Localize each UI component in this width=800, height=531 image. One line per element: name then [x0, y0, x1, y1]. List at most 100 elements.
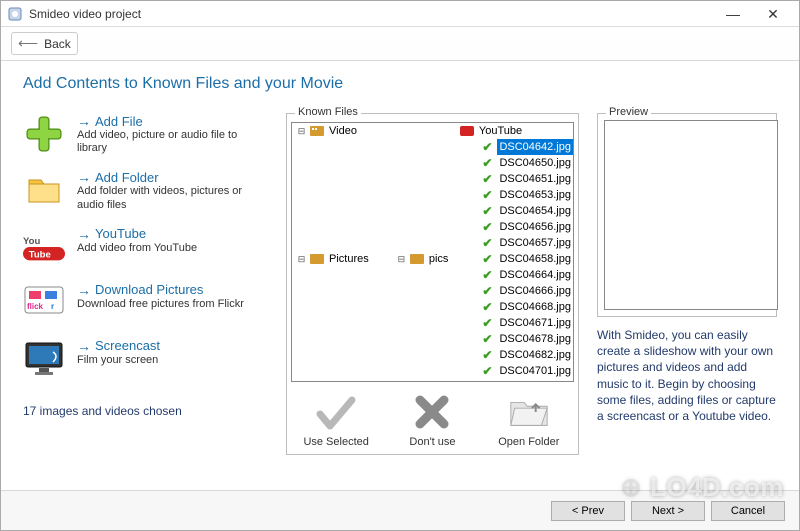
next-button[interactable]: Next > [631, 501, 705, 521]
svg-text:You: You [23, 236, 40, 247]
tree-file-item[interactable]: ✔DSC04650.jpg [466, 155, 573, 171]
preview-box [604, 120, 778, 310]
file-tree[interactable]: ⊟ Video [291, 122, 574, 382]
known-files-legend: Known Files [295, 106, 361, 118]
monitor-icon [23, 338, 65, 380]
check-icon: ✔ [480, 300, 494, 314]
arrow-icon: → [77, 338, 91, 354]
open-folder-button[interactable]: Open Folder [486, 390, 571, 448]
tree-file-item[interactable]: ✔DSC04642.jpg [466, 139, 573, 155]
screencast-action[interactable]: →Screencast Film your screen [23, 338, 268, 380]
svg-text:r: r [51, 302, 54, 311]
tree-file-item[interactable]: ✔DSC04656.jpg [466, 219, 573, 235]
tree-file-label: DSC04668.jpg [497, 299, 573, 315]
arrow-icon: → [77, 113, 91, 129]
tree-file-item[interactable]: ✔DSC04668.jpg [466, 299, 573, 315]
tree-file-label: DSC04701.jpg [497, 363, 573, 379]
tree-file-label: DSC04658.jpg [497, 251, 573, 267]
tree-file-label: DSC04664.jpg [497, 267, 573, 283]
arrow-icon: → [77, 226, 91, 242]
check-icon: ✔ [480, 172, 494, 186]
svg-text:Tube: Tube [29, 249, 51, 260]
preview-column: Preview With Smideo, you can easily crea… [597, 107, 777, 484]
folder-icon [23, 169, 65, 211]
preview-legend: Preview [606, 106, 651, 118]
svg-text:flick: flick [27, 302, 44, 311]
collapse-icon[interactable]: ⊟ [296, 254, 307, 265]
back-button[interactable]: ⟵ Back [11, 32, 78, 55]
tree-file-label: DSC04654.jpg [497, 203, 573, 219]
check-icon: ✔ [480, 284, 494, 298]
tree-file-item[interactable]: ✔DSC04653.jpg [466, 187, 573, 203]
known-files-fieldset: Known Files ⊟ Video [286, 113, 579, 455]
tree-node-pics[interactable]: ⊟ pics [396, 251, 451, 267]
check-icon: ✔ [480, 220, 494, 234]
tree-file-item[interactable]: ✔DSC04678.jpg [466, 331, 573, 347]
tree-file-item[interactable]: ✔DSC04701.jpg [466, 363, 573, 379]
add-file-action[interactable]: →Add File Add video, picture or audio fi… [23, 113, 268, 155]
check-icon: ✔ [480, 236, 494, 250]
tree-file-label: DSC04650.jpg [497, 155, 573, 171]
tree-file-label: DSC04653.jpg [497, 187, 573, 203]
prev-button[interactable]: < Prev [551, 501, 625, 521]
checkmark-icon [314, 390, 358, 434]
content: Add Contents to Known Files and your Mov… [1, 61, 799, 490]
tree-node-youtube[interactable]: YouTube [446, 123, 573, 139]
folder-pics-icon [410, 252, 424, 266]
arrow-icon: → [77, 282, 91, 298]
tree-node-pictures[interactable]: ⊟ Pictures [296, 251, 380, 267]
cross-icon [410, 390, 454, 434]
tree-file-item[interactable]: ✔DSC04657.jpg [466, 235, 573, 251]
back-arrow-icon: ⟵ [18, 35, 38, 52]
tree-file-label: DSC04651.jpg [497, 171, 573, 187]
use-selected-button[interactable]: Use Selected [294, 390, 379, 448]
actions-column: →Add File Add video, picture or audio fi… [23, 107, 268, 484]
page-title: Add Contents to Known Files and your Mov… [23, 75, 777, 93]
check-icon: ✔ [480, 140, 494, 154]
cancel-button[interactable]: Cancel [711, 501, 785, 521]
flickr-icon: flick r [23, 282, 65, 324]
plus-icon [23, 113, 65, 155]
check-icon: ✔ [480, 316, 494, 330]
tree-file-label: DSC04666.jpg [497, 283, 573, 299]
tree-file-label: DSC04642.jpg [497, 139, 573, 155]
download-pictures-action[interactable]: flick r →Download Pictures Download free… [23, 282, 268, 324]
wizard-footer: < Prev Next > Cancel [1, 490, 799, 530]
app-icon [7, 6, 23, 22]
tree-file-item[interactable]: ✔DSC04651.jpg [466, 171, 573, 187]
known-files-column: Known Files ⊟ Video [286, 107, 579, 484]
app-window: Smideo video project — ✕ ⟵ Back Add Cont… [0, 0, 800, 531]
tree-file-item[interactable]: ✔DSC04671.jpg [466, 315, 573, 331]
check-icon: ✔ [480, 188, 494, 202]
check-icon: ✔ [480, 156, 494, 170]
tree-file-label: DSC04671.jpg [497, 315, 573, 331]
minimize-button[interactable]: — [713, 1, 753, 27]
check-icon: ✔ [480, 268, 494, 282]
tree-file-item[interactable]: ✔DSC04682.jpg [466, 347, 573, 363]
columns: →Add File Add video, picture or audio fi… [23, 107, 777, 484]
tree-file-label: DSC04678.jpg [497, 331, 573, 347]
tree-file-item[interactable]: ✔DSC04664.jpg [466, 267, 573, 283]
tree-file-item[interactable]: ✔DSC04666.jpg [466, 283, 573, 299]
collapse-icon[interactable]: ⊟ [296, 126, 307, 137]
check-icon: ✔ [480, 204, 494, 218]
tree-file-item[interactable]: ✔DSC04654.jpg [466, 203, 573, 219]
mid-buttons: Use Selected Don't use [291, 382, 574, 450]
arrow-icon: → [77, 169, 91, 185]
tree-node-video[interactable]: ⊟ Video [296, 123, 430, 139]
preview-fieldset: Preview [597, 113, 777, 317]
add-folder-action[interactable]: →Add Folder Add folder with videos, pict… [23, 169, 268, 211]
tree-file-item[interactable]: ✔DSC04658.jpg [466, 251, 573, 267]
toolbar: ⟵ Back [1, 27, 799, 61]
dont-use-button[interactable]: Don't use [390, 390, 475, 448]
chosen-count: 17 images and videos chosen [23, 404, 268, 418]
collapse-icon[interactable]: ⊟ [396, 254, 407, 265]
youtube-icon: You Tube [23, 226, 65, 268]
description-text: With Smideo, you can easily create a sli… [597, 327, 777, 424]
folder-pictures-icon [310, 252, 324, 266]
check-icon: ✔ [480, 348, 494, 362]
youtube-action[interactable]: You Tube →YouTube Add video from YouTube [23, 226, 268, 268]
tree-file-label: DSC04657.jpg [497, 235, 573, 251]
titlebar: Smideo video project — ✕ [1, 1, 799, 27]
close-button[interactable]: ✕ [753, 1, 793, 27]
